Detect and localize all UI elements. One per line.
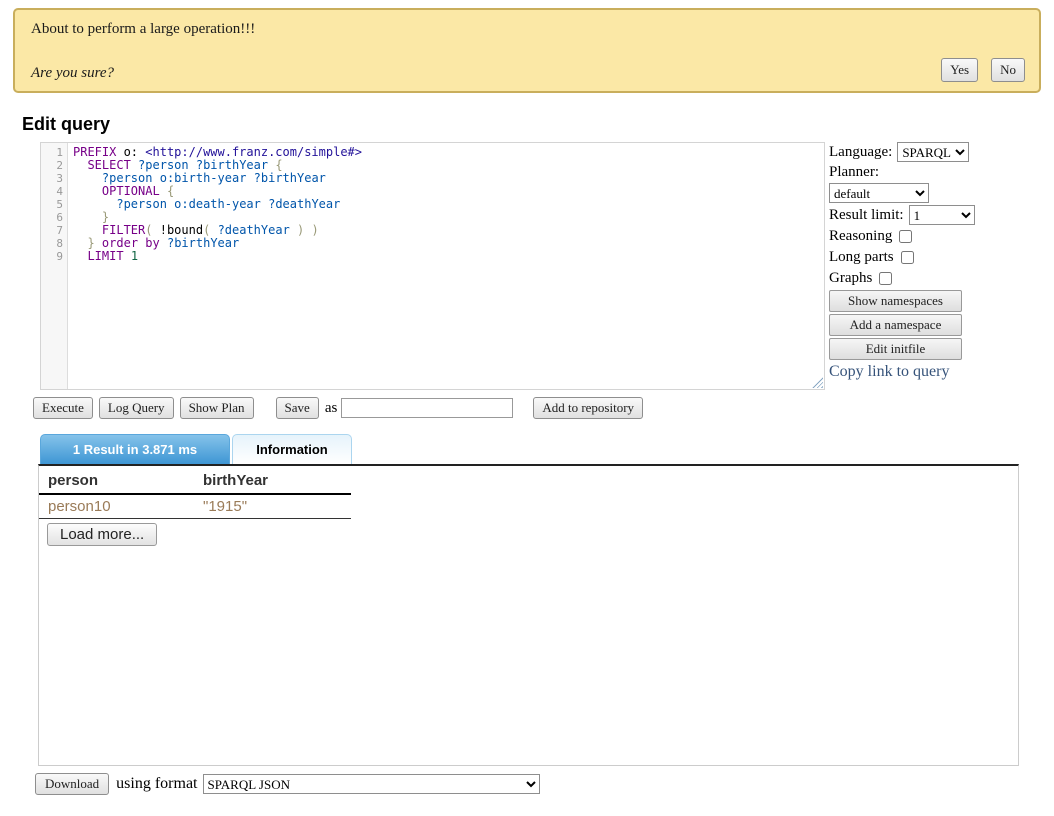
result-resource-link[interactable]: person10 (39, 494, 194, 519)
banner-question: Are you sure? (31, 65, 114, 82)
language-select[interactable]: SPARQL (897, 142, 969, 162)
no-button[interactable]: No (991, 58, 1025, 82)
edit-initfile-button[interactable]: Edit initfile (829, 338, 962, 360)
line-number: 7 (41, 224, 63, 237)
yes-button[interactable]: Yes (941, 58, 978, 82)
code-line[interactable]: LIMIT 1 (73, 250, 362, 263)
line-number: 4 (41, 185, 63, 198)
long-parts-label: Long parts (829, 249, 894, 266)
tab-information[interactable]: Information (232, 434, 352, 464)
load-more-button[interactable]: Load more... (47, 523, 157, 546)
editor-gutter: 123456789 (41, 143, 68, 389)
execute-button[interactable]: Execute (33, 397, 93, 419)
save-button[interactable]: Save (276, 397, 319, 419)
copy-link-to-query[interactable]: Copy link to query (829, 363, 1051, 381)
line-number: 5 (41, 198, 63, 211)
line-number: 9 (41, 250, 63, 263)
add-namespace-button[interactable]: Add a namespace (829, 314, 962, 336)
save-name-input[interactable] (341, 398, 513, 418)
large-operation-banner: About to perform a large operation!!! Ar… (13, 8, 1041, 93)
resize-handle-icon[interactable] (812, 377, 823, 388)
line-number: 6 (41, 211, 63, 224)
line-number: 8 (41, 237, 63, 250)
long-parts-checkbox[interactable] (901, 251, 914, 264)
page-title: Edit query (22, 114, 1054, 135)
column-header: person (39, 468, 194, 494)
add-to-repository-button[interactable]: Add to repository (533, 397, 643, 419)
download-format-select[interactable]: SPARQL JSON (203, 774, 540, 794)
results-header-row: personbirthYear (39, 468, 351, 494)
result-limit-select[interactable]: 1 (909, 205, 975, 225)
language-label: Language: (829, 144, 892, 161)
show-namespaces-button[interactable]: Show namespaces (829, 290, 962, 312)
tab-results[interactable]: 1 Result in 3.871 ms (40, 434, 230, 464)
result-value: "1915" (194, 494, 351, 519)
show-plan-button[interactable]: Show Plan (180, 397, 254, 419)
planner-label: Planner: (829, 164, 879, 181)
graphs-label: Graphs (829, 270, 872, 287)
results-panel: personbirthYear person10"1915" Load more… (38, 464, 1019, 766)
planner-select[interactable]: default (829, 183, 929, 203)
column-header: birthYear (194, 468, 351, 494)
reasoning-checkbox[interactable] (899, 230, 912, 243)
download-button[interactable]: Download (35, 773, 109, 795)
result-limit-label: Result limit: (829, 207, 904, 224)
results-table: personbirthYear person10"1915" (39, 468, 351, 519)
line-number: 2 (41, 159, 63, 172)
banner-message: About to perform a large operation!!! (31, 21, 1025, 38)
graphs-checkbox[interactable] (879, 272, 892, 285)
code-line[interactable]: ?person o:death-year ?deathYear (73, 198, 362, 211)
editor-code[interactable]: PREFIX o: <http://www.franz.com/simple#>… (68, 143, 362, 389)
table-row: person10"1915" (39, 494, 351, 519)
reasoning-label: Reasoning (829, 228, 892, 245)
query-editor[interactable]: 123456789 PREFIX o: <http://www.franz.co… (40, 142, 825, 390)
log-query-button[interactable]: Log Query (99, 397, 174, 419)
line-number: 1 (41, 146, 63, 159)
using-format-label: using format (116, 775, 197, 793)
save-as-label: as (325, 400, 338, 417)
line-number: 3 (41, 172, 63, 185)
